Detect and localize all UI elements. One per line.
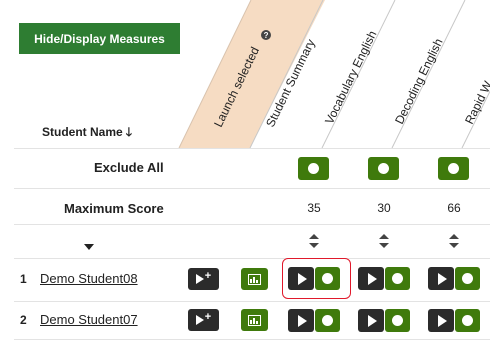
divider (14, 224, 490, 225)
exclude-all-toggle-vocabulary[interactable] (298, 157, 329, 180)
svg-text:?: ? (264, 31, 269, 40)
toggle-button-rapid[interactable] (455, 267, 480, 290)
toggle-dot-icon (308, 163, 319, 174)
play-icon (195, 315, 204, 325)
row-number: 2 (20, 313, 27, 327)
play-button-vocabulary[interactable] (288, 309, 314, 332)
student-summary-button[interactable] (241, 268, 268, 290)
plus-icon: + (204, 270, 212, 282)
play-icon (437, 314, 447, 327)
exclude-all-toggle-decoding[interactable] (368, 157, 399, 180)
decoding-english-header[interactable]: Decoding English (392, 36, 446, 126)
student-link[interactable]: Demo Student07 (40, 312, 138, 327)
sort-icon[interactable] (449, 234, 459, 248)
toggle-button-vocabulary[interactable] (315, 309, 340, 332)
toggle-dot-icon (448, 163, 459, 174)
sort-down-arrow-icon: 🡓 (125, 125, 132, 139)
divider (14, 339, 490, 340)
rapid-header[interactable]: Rapid W (462, 78, 490, 126)
launch-button[interactable]: + (188, 309, 219, 331)
play-button-rapid[interactable] (428, 267, 454, 290)
divider (14, 188, 490, 189)
highlight-annotation (282, 258, 351, 299)
plus-icon: + (204, 311, 212, 323)
student-link[interactable]: Demo Student08 (40, 271, 138, 286)
toggle-dot-icon (392, 273, 403, 284)
toggle-button-decoding[interactable] (385, 309, 410, 332)
max-score-rapid: 66 (447, 201, 461, 215)
maximum-score-label: Maximum Score (64, 201, 164, 216)
toggle-dot-icon (392, 315, 403, 326)
info-icon[interactable]: ? (261, 30, 271, 40)
play-button-rapid[interactable] (428, 309, 454, 332)
exclude-all-label: Exclude All (94, 160, 164, 175)
divider (14, 148, 490, 149)
play-button-decoding[interactable] (358, 309, 384, 332)
toggle-button-rapid[interactable] (455, 309, 480, 332)
toggle-dot-icon (378, 163, 389, 174)
student-name-header[interactable]: Student Name 🡓 (42, 123, 132, 144)
play-icon (297, 314, 307, 327)
exclude-all-toggle-rapid[interactable] (438, 157, 469, 180)
play-icon (195, 274, 204, 284)
max-score-vocabulary: 35 (307, 201, 321, 215)
launch-button[interactable]: + (188, 268, 219, 290)
vocabulary-english-header[interactable]: Vocabulary English (322, 28, 379, 126)
launch-student-header-bg (179, 0, 325, 148)
student-summary-button[interactable] (241, 309, 268, 331)
play-button-decoding[interactable] (358, 267, 384, 290)
divider (14, 258, 490, 259)
chart-icon (248, 314, 261, 326)
toggle-dot-icon (322, 315, 333, 326)
play-icon (367, 272, 377, 285)
play-icon (437, 272, 447, 285)
divider (14, 301, 490, 302)
sort-icon[interactable] (379, 234, 389, 248)
chart-icon (248, 273, 261, 285)
max-score-decoding: 30 (377, 201, 391, 215)
caret-down-icon[interactable] (84, 244, 94, 250)
play-icon (367, 314, 377, 327)
row-number: 1 (20, 272, 27, 286)
sort-icon[interactable] (309, 234, 319, 248)
toggle-dot-icon (462, 273, 473, 284)
student-name-label: Student Name (42, 125, 123, 139)
toggle-button-decoding[interactable] (385, 267, 410, 290)
toggle-dot-icon (462, 315, 473, 326)
